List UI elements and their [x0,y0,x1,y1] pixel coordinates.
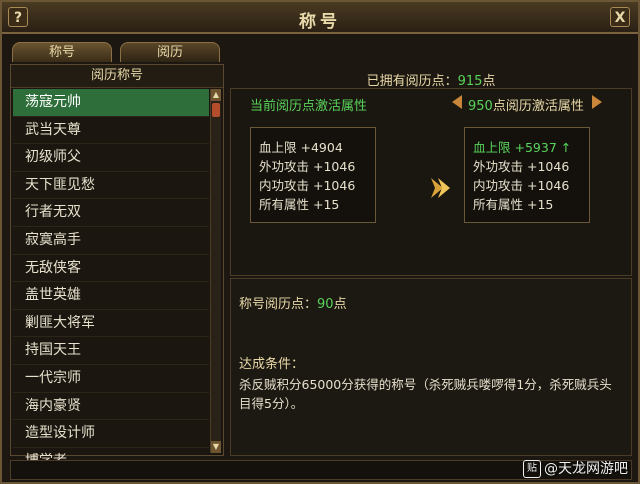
stat-row: 所有属性 +15 [259,197,340,212]
upgrade-arrow-icon [431,178,450,198]
next-level-arrow-icon[interactable] [592,95,602,109]
title-list-item[interactable]: 初级师父 [13,144,209,172]
title-list-item[interactable]: 盖世英雄 [13,282,209,310]
title-bar: ? 称号 X [2,2,638,34]
owned-experience: 已拥有阅历点：915点 [230,70,632,89]
stat-row: 血上限 +5937 ↑ [473,140,572,155]
title-window: ? 称号 X 称号 阅历 阅历称号 荡寇元帅 武当天尊 初级师父 天下匪见愁 行者无双寂… [0,0,640,484]
title-list-item[interactable]: 一代宗师 [13,365,209,393]
condition-text: 杀反贼积分65000分获得的称号（杀死贼兵喽啰得1分，杀死贼兵头目得5分）。 [239,377,612,411]
close-button[interactable]: X [610,7,630,27]
next-stats-box: 血上限 +5937 ↑ 外功攻击 +1046 内功攻击 +1046 所有属性 +… [464,127,590,223]
title-list-item[interactable]: 天下匪见愁 [13,172,209,200]
detail-panel: 已拥有阅历点：915点 当前阅历点激活属性 950点阅历激活属性 血上限 +49… [230,64,632,456]
title-list-item[interactable]: 剿匪大将军 [13,310,209,338]
title-list-item[interactable]: 造型设计师 [13,420,209,448]
scroll-up-icon[interactable]: ▲ [211,89,221,101]
list-scrollbar[interactable]: ▲ ▼ [210,89,221,453]
next-header-text: 点阅历激活属性 [492,99,584,114]
window-title: 称号 [299,12,341,32]
title-list-item[interactable]: 持国天王 [13,337,209,365]
stat-row: 外功攻击 +1046 [473,159,570,174]
owned-value: 915 [457,74,483,89]
condition-label: 达成条件： [239,357,305,372]
watermark-text: @天龙网游吧 [544,461,628,477]
stat-row: 内功攻击 +1046 [259,178,356,193]
current-stats-box: 血上限 +4904 外功攻击 +1046 内功攻击 +1046 所有属性 +15 [250,127,376,223]
list-header: 阅历称号 [11,65,223,88]
current-prefix: 当前 [250,99,277,114]
next-attr-header: 950点阅历激活属性 [468,95,584,114]
up-arrow-icon: ↑ [560,140,572,155]
scroll-thumb[interactable] [212,103,220,117]
stat-row: 血上限 +4904 [259,140,343,155]
title-info-area: 称号阅历点：90点 达成条件： 杀反贼积分65000分获得的称号（杀死贼兵喽啰得… [230,278,632,456]
title-points: 称号阅历点：90点 [239,293,347,312]
tab-title[interactable]: 称号 [12,42,112,62]
scroll-down-icon[interactable]: ▼ [211,441,221,453]
experience-title-list-panel: 阅历称号 荡寇元帅 武当天尊 初级师父 天下匪见愁 行者无双 寂寞高手 无敌侠客 盖世英雄 剿匪… [10,64,224,476]
title-points-value: 90 [317,297,334,312]
title-list-item[interactable]: 海内豪贤 [13,393,209,421]
title-list-item[interactable]: 行者无双 [13,199,209,227]
stat-row: 内功攻击 +1046 [473,178,570,193]
title-points-label: 称号阅历点： [239,297,318,312]
current-header-text: 阅历点激活属性 [276,99,368,114]
watermark: 贴 @天龙网游吧 [523,458,628,478]
owned-unit: 点 [482,74,496,89]
stat-row: 所有属性 +15 [473,197,554,212]
current-attr-header: 当前阅历点激活属性 [250,95,367,114]
title-points-unit: 点 [333,297,347,312]
watermark-icon: 贴 [523,460,541,478]
title-list-item[interactable]: 武当天尊 [13,117,209,145]
prev-level-arrow-icon[interactable] [452,95,462,109]
owned-label: 已拥有阅历点： [366,74,458,89]
title-list-item[interactable]: 荡寇元帅 [13,89,209,117]
next-points: 950 [468,99,493,114]
title-list-item[interactable]: 无敌侠客 [13,255,209,283]
stat-row: 外功攻击 +1046 [259,159,356,174]
tab-experience[interactable]: 阅历 [120,42,220,62]
title-list: 荡寇元帅 武当天尊 初级师父 天下匪见愁 行者无双 寂寞高手 无敌侠客 盖世英雄 剿匪大将军 持国… [13,89,209,476]
title-list-item[interactable]: 寂寞高手 [13,227,209,255]
